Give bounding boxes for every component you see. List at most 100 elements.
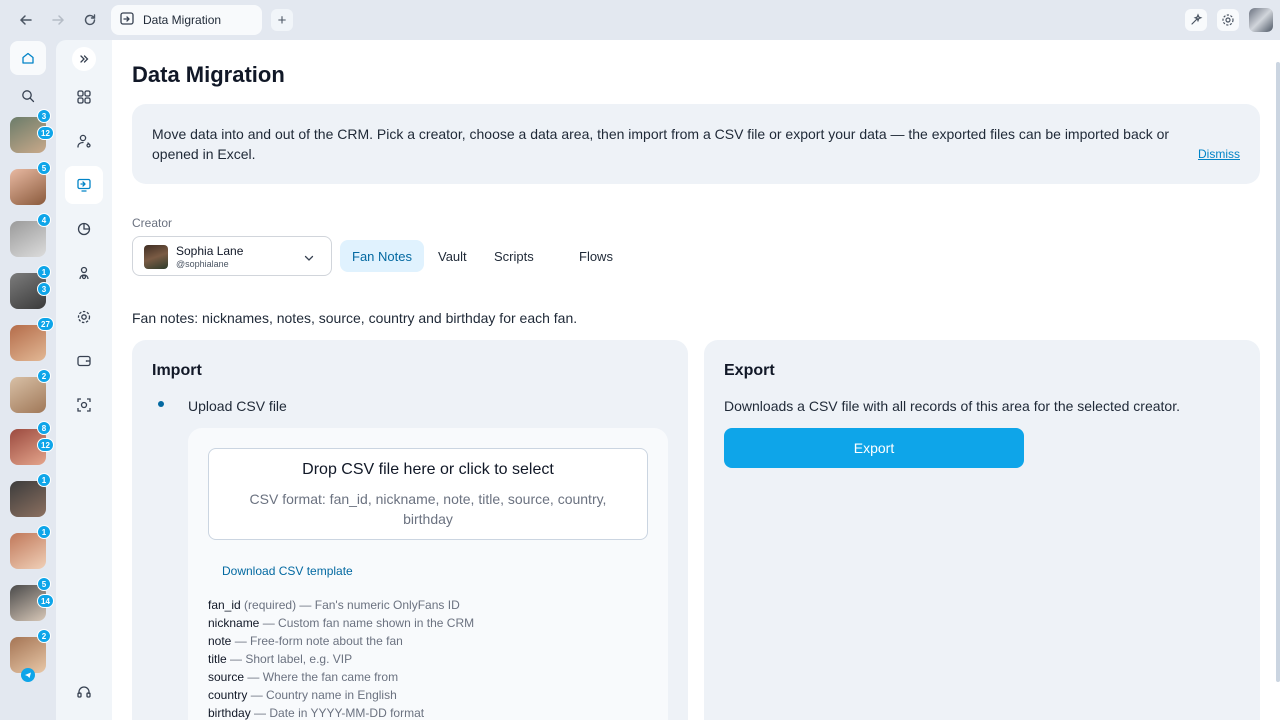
dashboard-icon <box>77 90 91 104</box>
browser-toolbar: Data Migration + <box>0 0 1280 40</box>
dismiss-link[interactable]: Dismiss <box>1198 147 1240 161</box>
back-icon[interactable] <box>16 10 36 30</box>
unread-badge: 3 <box>37 109 51 123</box>
search-icon <box>22 90 35 103</box>
home-icon <box>22 52 34 64</box>
sidebar-item-support[interactable] <box>65 673 103 711</box>
sidebar-item-dashboard[interactable] <box>65 78 103 116</box>
sidebar-item-wallet[interactable] <box>65 342 103 380</box>
upload-area: Drop CSV file here or click to select CS… <box>188 428 668 720</box>
users-icon <box>77 134 91 148</box>
info-text: Move data into and out of the CRM. Pick … <box>152 126 1170 162</box>
sidebar-item-analytics[interactable] <box>65 210 103 248</box>
field-list: fan_id (required) — Fan's numeric OnlyFa… <box>208 596 474 720</box>
sparkle-icon <box>1191 13 1203 25</box>
import-panel: Import Upload CSV file Drop CSV file her… <box>132 340 688 720</box>
import-title: Import <box>152 362 202 379</box>
unread-badge: 8 <box>37 421 51 435</box>
csv-dropzone[interactable]: Drop CSV file here or click to select CS… <box>208 448 648 540</box>
creator-name: Sophia Lane <box>176 244 244 258</box>
field-row: birthday — Date in YYYY-MM-DD format <box>208 704 474 720</box>
unread-badge: 1 <box>37 473 51 487</box>
nav-sidebar <box>56 40 112 720</box>
download-template-link[interactable]: Download CSV template <box>222 564 353 578</box>
creator-avatar <box>144 245 168 269</box>
tab-vault[interactable]: Vault <box>426 240 479 272</box>
analytics-icon <box>77 222 91 236</box>
unread-badge: 27 <box>37 317 54 331</box>
unread-badge: 1 <box>37 525 51 539</box>
field-row: source — Where the fan came from <box>208 668 474 686</box>
field-desc: — Where the fan came from <box>247 670 399 684</box>
chevron-down-icon <box>303 251 315 269</box>
tab-fan-notes[interactable]: Fan Notes <box>340 240 424 272</box>
home-button[interactable] <box>10 41 46 75</box>
scrollbar[interactable] <box>1276 62 1280 682</box>
unread-badge: 5 <box>37 577 51 591</box>
field-desc: (required) — Fan's numeric OnlyFans ID <box>244 598 460 612</box>
info-banner: Move data into and out of the CRM. Pick … <box>132 104 1260 184</box>
creator-handle: @sophialane <box>176 259 229 269</box>
field-key: nickname <box>208 616 260 630</box>
search-button[interactable] <box>18 86 38 106</box>
data-migration-icon <box>77 178 91 192</box>
upload-option-label[interactable]: Upload CSV file <box>188 398 287 414</box>
sidebar-item-team[interactable] <box>65 254 103 292</box>
new-tab-button[interactable]: + <box>271 9 293 31</box>
dropzone-format: CSV format: fan_id, nickname, note, titl… <box>249 491 607 527</box>
field-desc: — Date in YYYY-MM-DD format <box>254 706 425 720</box>
field-desc: — Short label, e.g. VIP <box>230 652 353 666</box>
tab-flows[interactable]: Flows <box>567 240 625 272</box>
field-row: nickname — Custom fan name shown in the … <box>208 614 474 632</box>
unread-badge: 12 <box>37 438 54 452</box>
field-key: note <box>208 634 232 648</box>
reload-icon[interactable] <box>80 10 100 30</box>
unread-badge: 4 <box>37 213 51 227</box>
sidebar-item-data-migration[interactable] <box>65 166 103 204</box>
import-export-icon <box>119 10 135 31</box>
gear-icon <box>1222 14 1234 26</box>
unread-badge: 2 <box>37 369 51 383</box>
expand-sidebar-button[interactable] <box>72 47 96 71</box>
field-key: title <box>208 652 227 666</box>
export-button[interactable]: Export <box>724 428 1024 468</box>
settings-icon <box>77 310 91 324</box>
forward-icon[interactable] <box>48 10 68 30</box>
tab-scripts[interactable]: Scripts <box>482 240 546 272</box>
double-chevron-right-icon <box>80 55 89 63</box>
export-description: Downloads a CSV file with all records of… <box>724 398 1180 414</box>
sidebar-item-fans[interactable] <box>65 122 103 160</box>
main-content: Data Migration Move data into and out of… <box>112 40 1280 720</box>
dropzone-title: Drop CSV file here or click to select <box>302 461 554 478</box>
unread-badge: 5 <box>37 161 51 175</box>
upload-radio[interactable] <box>158 401 164 407</box>
field-key: fan_id <box>208 598 241 612</box>
settings-button[interactable] <box>1217 9 1239 31</box>
field-row: title — Short label, e.g. VIP <box>208 650 474 668</box>
field-desc: — Custom fan name shown in the CRM <box>262 616 475 630</box>
creator-label: Creator <box>132 216 173 230</box>
sidebar-item-ai[interactable] <box>65 386 103 424</box>
sparkle-button[interactable] <box>1185 9 1207 31</box>
wallet-icon <box>77 355 91 367</box>
field-row: fan_id (required) — Fan's numeric OnlyFa… <box>208 596 474 614</box>
user-avatar[interactable] <box>1249 8 1273 32</box>
unread-badge: 3 <box>37 282 51 296</box>
field-desc: — Country name in English <box>250 688 397 702</box>
browser-tab-title: Data Migration <box>143 13 222 27</box>
sidebar-item-settings[interactable] <box>65 298 103 336</box>
ai-icon <box>77 398 91 412</box>
field-row: note — Free-form note about the fan <box>208 632 474 650</box>
unread-badge: 14 <box>37 594 54 608</box>
creator-rail: 3 12 5 4 1 3 27 2 8 12 1 1 5 14 2 <box>0 40 56 720</box>
unread-badge: 12 <box>37 126 54 140</box>
telegram-icon[interactable] <box>21 668 35 682</box>
field-desc: — Free-form note about the fan <box>234 634 403 648</box>
unread-badge: 2 <box>37 629 51 643</box>
creator-select[interactable]: Sophia Lane @sophialane <box>132 236 332 276</box>
unread-badge: 1 <box>37 265 51 279</box>
field-key: birthday <box>208 706 251 720</box>
team-icon <box>79 266 89 280</box>
export-panel: Export Downloads a CSV file with all rec… <box>704 340 1260 720</box>
browser-tab[interactable]: Data Migration <box>111 5 262 35</box>
